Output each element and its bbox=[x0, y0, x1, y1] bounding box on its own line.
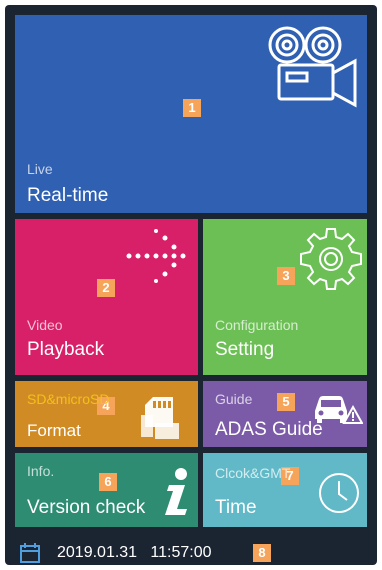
tile-subtitle: Configuration bbox=[215, 317, 299, 333]
video-camera-icon bbox=[268, 26, 357, 108]
tile-title: Version check bbox=[27, 497, 146, 518]
badge-6: 6 bbox=[99, 473, 117, 491]
live-realtime-tile[interactable]: 1 Live Real-time bbox=[15, 15, 367, 213]
sd-format-tile[interactable]: 4 SD&microSD Format bbox=[15, 381, 198, 447]
badge-2: 2 bbox=[97, 279, 115, 297]
tile-subtitle: SD&microSD bbox=[27, 391, 110, 407]
badge-3: 3 bbox=[277, 267, 295, 285]
clock-icon bbox=[319, 473, 359, 513]
badge-5: 5 bbox=[277, 393, 295, 411]
adas-guide-tile[interactable]: 5 Guide ADAS Guide bbox=[203, 381, 367, 447]
calendar-icon bbox=[20, 543, 40, 563]
tile-title: Playback bbox=[27, 339, 105, 360]
version-check-tile[interactable]: 6 Info. Version check bbox=[15, 453, 198, 527]
dotted-arrow-icon bbox=[126, 229, 186, 283]
badge-1: 1 bbox=[183, 99, 201, 117]
datetime-display: 2019.01.31 11:57:00 bbox=[57, 544, 212, 561]
tile-subtitle: Clcok&GMT bbox=[215, 465, 291, 481]
sd-card-icon bbox=[141, 397, 179, 439]
tile-subtitle: Guide bbox=[215, 391, 253, 407]
gear-icon bbox=[300, 228, 362, 290]
badge-8: 8 bbox=[253, 544, 271, 562]
tile-title: Format bbox=[27, 421, 81, 440]
tile-subtitle: Info. bbox=[27, 463, 55, 479]
tile-subtitle: Video bbox=[27, 317, 63, 333]
tile-title: Real-time bbox=[27, 185, 109, 206]
tile-title: Time bbox=[215, 497, 257, 518]
tile-subtitle: Live bbox=[27, 161, 53, 177]
clock-time-tile[interactable]: 7 Clcok&GMT Time bbox=[203, 453, 367, 527]
configuration-setting-tile[interactable]: 3 Configuration Setting bbox=[203, 219, 367, 375]
tile-title: Setting bbox=[215, 339, 275, 360]
status-bar: 2019.01.31 11:57:00 8 bbox=[15, 535, 367, 569]
device-screen: 1 Live Real-time 2 Video Playback 3 Conf… bbox=[5, 5, 377, 565]
tile-title: ADAS Guide bbox=[215, 419, 323, 440]
video-playback-tile[interactable]: 2 Video Playback bbox=[15, 219, 198, 375]
info-icon bbox=[165, 468, 187, 515]
